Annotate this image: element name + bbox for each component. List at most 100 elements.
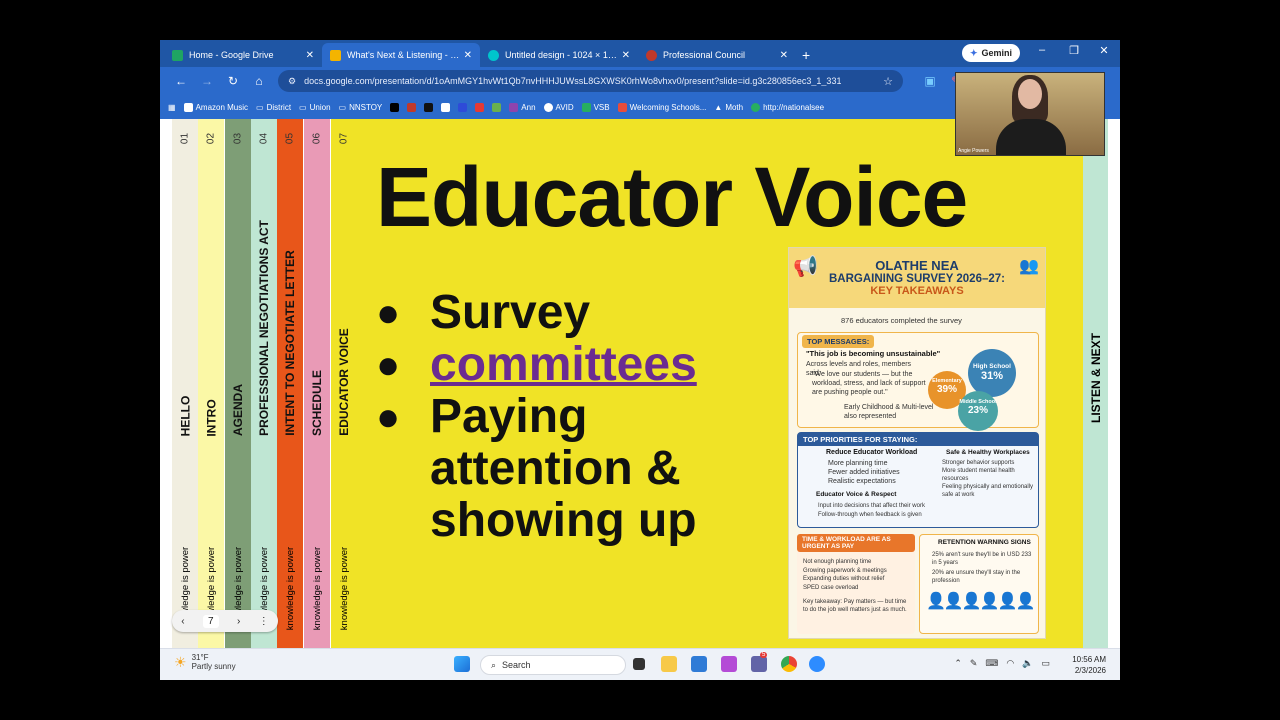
chrome-icon[interactable] (781, 656, 797, 672)
extension-icon[interactable]: ▣ (917, 74, 943, 88)
band-intent-to-negotiate-letter[interactable]: 05 INTENT TO NEGOTIATE LETTER knowledge is… (277, 119, 303, 648)
task-view-icon[interactable] (633, 658, 645, 670)
weather-widget[interactable]: ☀ 31°F Partly sunny (174, 653, 236, 671)
webcam-overlay[interactable]: Angie Powers (955, 72, 1105, 156)
chevron-up-icon[interactable]: ⌃ (954, 658, 962, 669)
reload-icon[interactable]: ↻ (220, 74, 246, 88)
people-row-icon: 👤👤👤👤👤👤 (926, 593, 1036, 610)
home-icon[interactable]: ⌂ (246, 74, 272, 88)
bookmark-amazon-music[interactable]: Amazon Music (183, 102, 248, 112)
apps-icon[interactable]: ▦ (168, 103, 176, 112)
bullet-icon: ● (376, 343, 401, 387)
retention-stat-1: 25% aren't sure they'll be in USD 233 in… (932, 552, 1032, 566)
bookmark-star-icon[interactable]: ☆ (883, 75, 893, 88)
top-messages-heading: TOP MESSAGES: (802, 335, 875, 348)
start-icon[interactable] (454, 656, 470, 672)
new-tab-button[interactable]: + (802, 43, 810, 67)
clock[interactable]: 10:56 AM 2/3/2026 (1072, 654, 1106, 676)
band-schedule[interactable]: 06 SCHEDULE knowledge is power (304, 119, 330, 648)
taskbar-search[interactable]: ⌕ Search (480, 655, 626, 675)
list-item: Follow-through when feedback is given (818, 512, 922, 518)
bookmark-ann[interactable]: Ann (509, 102, 536, 112)
time-heading: TIME & WORKLOAD ARE AS URGENT AS PAY (797, 534, 915, 552)
bookmark-icon[interactable] (492, 102, 502, 112)
battery-icon[interactable]: ▭ (1041, 658, 1050, 669)
restore-icon[interactable]: ❐ (1064, 44, 1084, 57)
more-options-icon[interactable]: ⋮ (259, 616, 269, 627)
tab-slides[interactable]: What's Next & Listening - Goo ✕ (322, 43, 480, 67)
vsb-icon (581, 102, 591, 112)
youtube-icon[interactable] (475, 102, 485, 112)
bullet-paying-attention: ● Paying attention & showing up (376, 390, 697, 547)
sparkle-icon: ✦ (970, 47, 978, 58)
close-icon[interactable]: ✕ (464, 50, 472, 61)
outlook-icon[interactable] (691, 656, 707, 672)
close-icon[interactable]: ✕ (622, 50, 630, 61)
close-window-icon[interactable]: ✕ (1094, 44, 1114, 57)
bookmark-moth[interactable]: ▲ Moth (714, 103, 743, 112)
bookmark-avid[interactable]: AVID (543, 102, 574, 112)
bookmark-district[interactable]: ▭ District (256, 103, 291, 112)
bookmark-nationalsee[interactable]: http://nationalsee (751, 102, 824, 112)
band-label: LISTEN & NEXT (1088, 332, 1103, 424)
list-item: Feeling physically and emotionally safe … (942, 484, 1034, 498)
band-number: 01 (179, 132, 191, 145)
app-icon[interactable] (721, 656, 737, 672)
retention-stat-2: 20% are unsure they'll stay in the profe… (932, 570, 1021, 584)
back-icon[interactable]: ← (168, 74, 194, 88)
close-icon[interactable]: ✕ (780, 50, 788, 61)
band-professional-negotiations-act[interactable]: 04 PROFESSIONAL NEGOTIATIONS ACT knowledge… (251, 119, 277, 648)
bookmark-union[interactable]: ▭ Union (299, 103, 330, 112)
band-footer: knowledge is power (284, 546, 296, 631)
bookmark-icon[interactable] (458, 102, 468, 112)
slide-number[interactable]: 7 (203, 614, 219, 628)
zoom-icon[interactable] (809, 656, 825, 672)
bookmark-icon[interactable] (407, 102, 417, 112)
folder-icon: ▭ (299, 102, 307, 112)
band-label: AGENDA (231, 383, 246, 437)
bookmark-nnstoy[interactable]: ▭ NNSTOY (339, 103, 383, 112)
address-bar[interactable]: ⚙ docs.google.com/presentation/d/1oAmMGY… (278, 70, 903, 92)
band-intro[interactable]: 02 INTRO knowledge is power (198, 119, 224, 648)
megaphone-icon: 📢 (793, 256, 818, 278)
amazon-icon[interactable] (441, 102, 451, 112)
bookmark-vsb[interactable]: VSB (581, 102, 610, 112)
band-hello[interactable]: 01 HELLO knowledge is power (172, 119, 198, 648)
minimize-icon[interactable]: – (1032, 44, 1052, 56)
people-icon: 👥 (1019, 258, 1039, 275)
survey-infographic: OLATHE NEA BARGAINING SURVEY 2026–27: KE… (788, 247, 1046, 639)
bookmark-welcoming-schools[interactable]: Welcoming Schools... (617, 102, 706, 112)
tab-professional-council[interactable]: Professional Council ✕ (638, 43, 796, 67)
bullet-committees-link[interactable]: ● committees (376, 339, 730, 391)
bullet-survey: ● Survey (376, 286, 591, 339)
list-item: Stronger behavior supports (942, 460, 1015, 466)
tab-google-drive[interactable]: Home - Google Drive ✕ (164, 43, 322, 67)
priorities-heading: TOP PRIORITIES FOR STAYING: (798, 433, 1038, 446)
pen-icon[interactable]: ✎ (970, 658, 978, 669)
reduce-list: More planning time Fewer added initiative… (828, 459, 900, 486)
close-icon[interactable]: ✕ (306, 50, 314, 61)
tab-title: Home - Google Drive (189, 50, 274, 60)
prev-slide-icon[interactable]: ‹ (181, 616, 184, 627)
forward-icon[interactable]: → (194, 74, 220, 88)
list-icon (509, 102, 519, 112)
globe-icon (751, 102, 761, 112)
band-listen-next[interactable]: LISTEN & NEXT (1083, 119, 1108, 648)
gemini-button[interactable]: ✦ Gemini (962, 44, 1021, 62)
weather-text: Partly sunny (191, 662, 236, 671)
voice-heading: Educator Voice & Respect (816, 491, 897, 498)
bookmark-icon[interactable] (424, 102, 434, 112)
x-icon[interactable] (390, 102, 400, 112)
band-label: INTENT TO NEGOTIATE LETTER (282, 250, 297, 436)
file-explorer-icon[interactable] (661, 656, 677, 672)
band-educator-voice[interactable]: 07 EDUCATOR VOICE knowledge is power (331, 119, 357, 648)
tab-canva[interactable]: Untitled design - 1024 × 1536p ✕ (480, 43, 638, 67)
teams-icon[interactable] (751, 656, 767, 672)
band-label: HELLO (177, 395, 192, 436)
keyboard-icon[interactable]: ⌨ (985, 658, 998, 669)
wifi-icon[interactable]: ◠ (1006, 658, 1014, 669)
site-info-icon[interactable]: ⚙ (288, 76, 296, 87)
band-agenda[interactable]: 03 AGENDA knowledge is power (225, 119, 251, 648)
speaker-icon[interactable]: 🔈 (1022, 658, 1033, 669)
next-slide-icon[interactable]: › (237, 616, 240, 627)
